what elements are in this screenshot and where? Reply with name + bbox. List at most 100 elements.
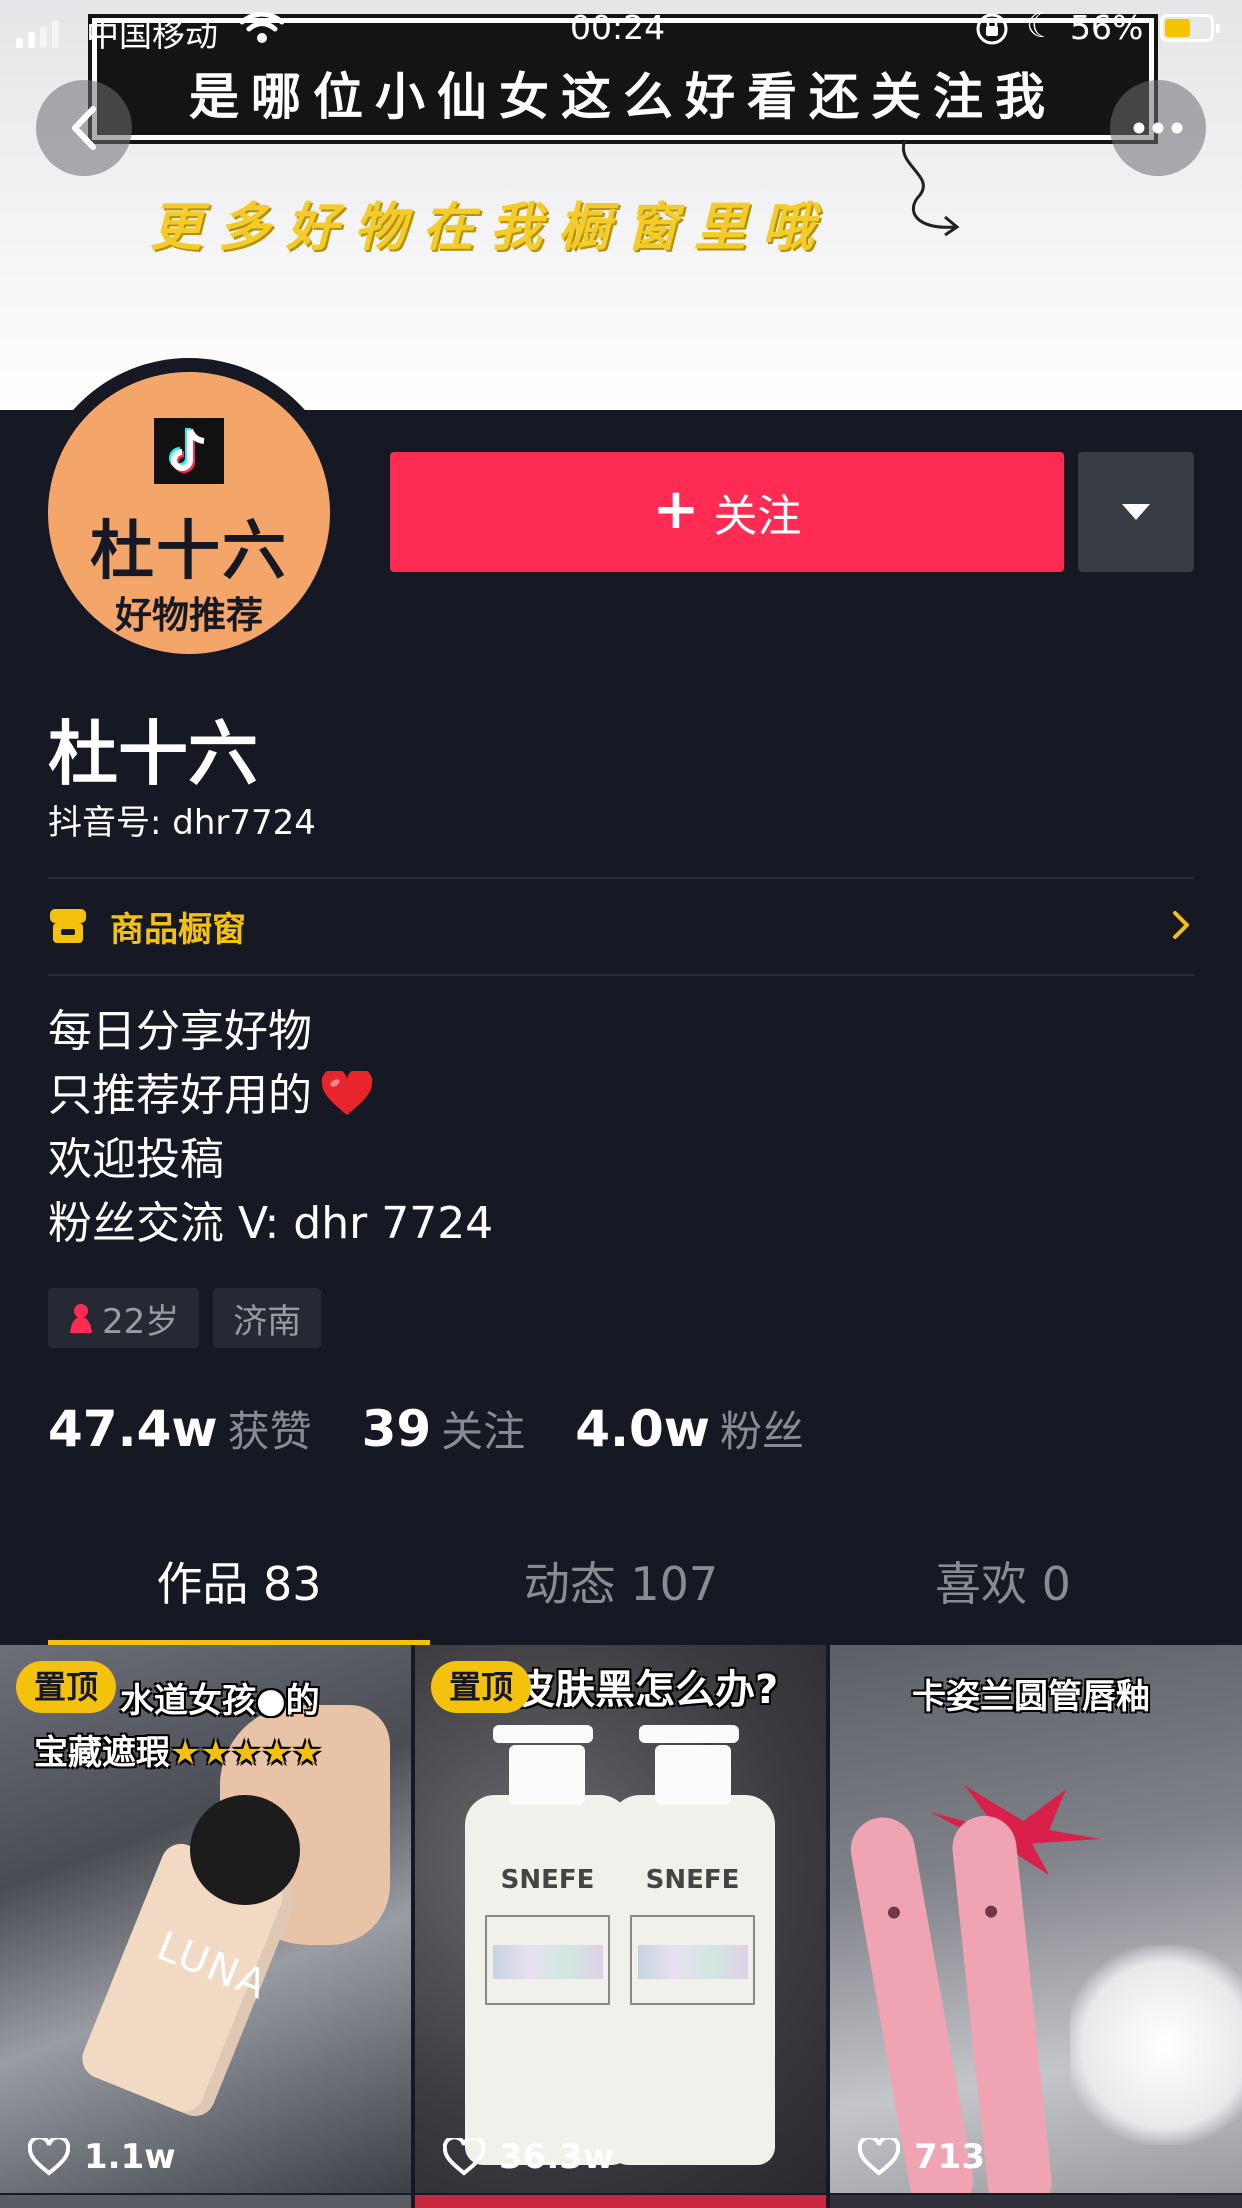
heart-outline-icon [28, 2138, 70, 2176]
age-tag: 22岁 [48, 1288, 200, 1348]
bio-line-text: 只推荐好用的 [48, 1070, 312, 1121]
do-not-disturb-icon: ☾ [1026, 6, 1057, 46]
video-thumbnail[interactable]: 卡姿兰圆管唇釉 713 [830, 1645, 1242, 2193]
avatar-ring: 杜十六 好物推荐 [34, 358, 344, 668]
dark-face-emoji-icon: ● [256, 1681, 286, 1721]
video-caption-text: 水道女孩 [120, 1681, 256, 1721]
recommend-dropdown-button[interactable] [1078, 452, 1194, 572]
video-likes: 36.3w [443, 2137, 614, 2177]
red-heart-icon [322, 1071, 372, 1115]
feather-image [1070, 1945, 1242, 2145]
video-caption: 宝藏遮瑕★★★★★ [34, 1725, 322, 1774]
avatar-subtitle: 好物推荐 [115, 594, 263, 637]
video-likes: 1.1w [28, 2137, 176, 2177]
pinned-badge: 置顶 [431, 1661, 532, 1713]
battery-level [1165, 19, 1190, 37]
lotion-brand-text: SNEFE [645, 1865, 740, 1895]
bio-line: 每日分享好物 [48, 1006, 312, 1057]
bottle-brand-text: LUNA [150, 1923, 275, 2009]
shop-window-link[interactable]: 商品橱窗 [48, 880, 1194, 972]
banner-sub-slogan: 更多好物在我橱窗里哦 [150, 198, 831, 258]
bio-line: 欢迎投稿 [48, 1134, 224, 1185]
video-likes: 713 [858, 2137, 985, 2177]
lipstick-detail [886, 1905, 901, 1920]
triangle-down-icon [1122, 504, 1150, 520]
plus-icon: + [652, 476, 700, 542]
more-dots-icon [1133, 122, 1183, 134]
content-tabs: 作品 83 动态 107 喜欢 0 [0, 1540, 1242, 1645]
location-tag: 济南 [213, 1288, 322, 1348]
carrier-name: 中国移动 [86, 15, 218, 54]
lotion-bottle-image: SNEFE [610, 1795, 775, 2165]
profile-stats: 47.4w 获赞 39 关注 4.0w 粉丝 [48, 1398, 854, 1459]
age-tag-label: 22岁 [102, 1301, 180, 1342]
bio-line: 粉丝交流 V: dhr 7724 [48, 1198, 494, 1249]
follow-button[interactable]: + 关注 [390, 452, 1064, 572]
heart-outline-icon [858, 2138, 900, 2176]
status-bar: 中国移动 00:24 ☾ 56% [0, 0, 1242, 58]
pinned-badge: 置顶 [16, 1661, 117, 1713]
avatar[interactable]: 杜十六 好物推荐 [48, 372, 330, 654]
status-time: 00:24 [570, 8, 666, 47]
female-gender-icon [70, 1304, 92, 1333]
shop-window-label: 商品橱窗 [110, 909, 246, 950]
divider [48, 877, 1194, 879]
tiktok-logo-icon [154, 418, 224, 484]
video-caption: 皮肤黑怎么办? [515, 1667, 779, 1713]
chevron-left-icon [72, 106, 96, 150]
banner-slogan: 是哪位小仙女这么好看还关注我 [189, 68, 1057, 126]
more-options-button[interactable] [1110, 80, 1206, 176]
profile-tags: 22岁 济南 [48, 1288, 322, 1348]
tab-works[interactable]: 作品 83 [32, 1540, 446, 1644]
arrow-doodle-icon [901, 139, 960, 237]
follow-label: 关注 [713, 491, 802, 542]
video-thumbnail[interactable]: SNEFE SNEFE 皮肤黑怎么办? 置顶 36.3w [415, 1645, 826, 2193]
stars-icon: ★★★★★ [170, 1733, 323, 1773]
video-likes-count: 1.1w [84, 2137, 176, 2177]
heart-outline-icon [443, 2138, 485, 2176]
bio-line: 只推荐好用的 [48, 1064, 493, 1128]
stat-likes[interactable]: 47.4w 获赞 [48, 1398, 312, 1459]
lotion-brand-text: SNEFE [500, 1865, 595, 1895]
tab-likes[interactable]: 喜欢 0 [796, 1540, 1210, 1644]
lotion-holo-strip [638, 1945, 748, 1979]
video-caption: 卡姿兰圆管唇釉 [912, 1677, 1150, 1717]
video-grid: LUNA 水道女孩●的 宝藏遮瑕★★★★★ 置顶 1.1w SNEFE SNEF… [0, 1645, 1242, 2208]
wifi-icon [240, 12, 284, 43]
lotion-bottle-image: SNEFE [465, 1795, 630, 2165]
stat-label: 粉丝 [719, 1407, 804, 1456]
next-row-thumbnail[interactable] [0, 2195, 411, 2208]
lipstick-detail [984, 1904, 998, 1919]
lotion-holo-strip [493, 1945, 603, 1979]
battery-icon [1160, 14, 1220, 42]
next-row-thumbnail[interactable] [415, 2195, 826, 2208]
divider [48, 974, 1194, 976]
signal-icon [16, 20, 59, 48]
profile-banner: 是哪位小仙女这么好看还关注我 更多好物在我橱窗里哦 [0, 0, 1242, 410]
stat-followers[interactable]: 4.0w 粉丝 [575, 1398, 804, 1459]
lotion-cap-image [509, 1745, 585, 1805]
bio: 每日分享好物 只推荐好用的 欢迎投稿 粉丝交流 V: dhr 7724 [48, 1000, 493, 1256]
video-likes-count: 36.3w [499, 2137, 615, 2177]
next-row-thumbnail[interactable] [830, 2195, 1242, 2208]
battery-percent: 56% [1070, 8, 1144, 47]
display-name: 杜十六 [48, 713, 258, 795]
video-caption: 水道女孩●的 [120, 1673, 320, 1722]
shop-icon [50, 909, 86, 943]
stat-label: 关注 [441, 1407, 526, 1456]
video-thumbnail[interactable]: LUNA 水道女孩●的 宝藏遮瑕★★★★★ 置顶 1.1w [0, 1645, 411, 2193]
stat-label: 获赞 [227, 1407, 312, 1456]
video-likes-count: 713 [914, 2137, 985, 2177]
douyin-id: 抖音号: dhr7724 [48, 803, 316, 843]
lotion-nozzle-image [493, 1725, 593, 1743]
stat-following[interactable]: 39 关注 [362, 1398, 526, 1459]
video-caption-text: 宝藏遮瑕 [34, 1733, 170, 1773]
location-tag-label: 济南 [233, 1301, 302, 1342]
back-button[interactable] [36, 80, 132, 176]
orientation-lock-icon [976, 13, 1008, 45]
video-caption-text: 的 [285, 1681, 320, 1721]
lotion-cap-image [655, 1745, 731, 1805]
tab-moments[interactable]: 动态 107 [414, 1540, 828, 1644]
stat-number: 47.4w [48, 1400, 218, 1458]
stat-number: 4.0w [575, 1400, 710, 1458]
